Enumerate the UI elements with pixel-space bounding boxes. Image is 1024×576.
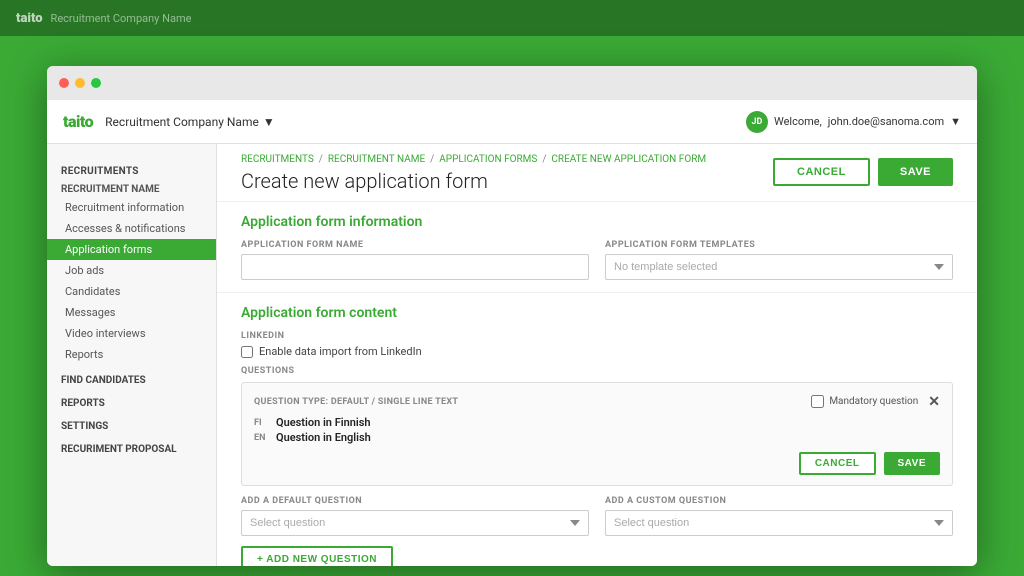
sidebar-item-messages[interactable]: Messages	[47, 302, 216, 323]
app-header: taito Recruitment Company Name ▼ JD Welc…	[47, 100, 977, 144]
sidebar-item-settings[interactable]: SETTINGS	[47, 415, 216, 438]
sidebar-item-candidates[interactable]: Candidates	[47, 281, 216, 302]
breadcrumb: RECRUITMENTS / RECRUITMENT NAME / APPLIC…	[241, 154, 706, 165]
breadcrumb-recruitments[interactable]: RECRUITMENTS	[241, 154, 314, 165]
avatar: JD	[746, 111, 768, 133]
question-cancel-button[interactable]: CANCEL	[799, 452, 876, 475]
form-template-select[interactable]: No template selected	[605, 254, 953, 280]
sidebar-item-recruitment-info[interactable]: Recruitment information	[47, 197, 216, 218]
browser-chrome	[47, 66, 977, 100]
form-name-input[interactable]	[241, 254, 589, 280]
form-info-title: Application form information	[241, 214, 953, 230]
question-card-header: QUESTION TYPE: DEFAULT / SINGLE LINE TEX…	[254, 393, 940, 410]
user-chevron-icon[interactable]: ▼	[950, 115, 961, 128]
linkedin-label: LINKEDIN	[241, 331, 953, 341]
app-logo: taito	[63, 112, 93, 131]
top-bar-logo: taito	[16, 11, 43, 26]
page-title: Create new application form	[241, 169, 706, 193]
page-actions: CANCEL SAVE	[773, 158, 953, 186]
sidebar-item-reports[interactable]: Reports	[47, 344, 216, 365]
form-content-section: Application form content LINKEDIN Enable…	[217, 293, 977, 566]
add-default-select[interactable]: Select question	[241, 510, 589, 536]
sidebar-item-reports-top[interactable]: REPORTS	[47, 392, 216, 415]
mandatory-check: Mandatory question	[811, 395, 918, 408]
form-content-title: Application form content	[241, 305, 953, 321]
add-custom-label: ADD A CUSTOM QUESTION	[605, 496, 953, 506]
add-new-question-button[interactable]: + ADD NEW QUESTION	[241, 546, 393, 566]
page-header: RECRUITMENTS / RECRUITMENT NAME / APPLIC…	[217, 144, 977, 202]
add-default-question-group: ADD A DEFAULT QUESTION Select question	[241, 496, 589, 536]
user-welcome: Welcome,	[774, 115, 822, 128]
form-name-group: APPLICATION FORM NAME	[241, 240, 589, 280]
top-bar-text: Recruitment Company Name	[51, 12, 192, 25]
sidebar-item-job-ads[interactable]: Job ads	[47, 260, 216, 281]
company-name-dropdown[interactable]: Recruitment Company Name ▼	[105, 115, 275, 129]
add-custom-select[interactable]: Select question	[605, 510, 953, 536]
breadcrumb-create-new: CREATE NEW APPLICATION FORM	[551, 154, 706, 165]
question-fi-row: FI Question in Finnish	[254, 416, 940, 429]
close-dot[interactable]	[59, 78, 69, 88]
main-content: RECRUITMENTS / RECRUITMENT NAME / APPLIC…	[217, 144, 977, 566]
question-langs: FI Question in Finnish EN Question in En…	[254, 416, 940, 444]
sidebar-section-recruitments: RECRUITMENTS	[47, 160, 216, 180]
chevron-down-icon: ▼	[263, 115, 275, 129]
question-en-text: Question in English	[276, 431, 371, 444]
maximize-dot[interactable]	[91, 78, 101, 88]
add-custom-question-group: ADD A CUSTOM QUESTION Select question	[605, 496, 953, 536]
sidebar-item-recruitment-proposal[interactable]: RECURIMENT PROPOSAL	[47, 438, 216, 461]
linkedin-checkbox-row: Enable data import from LinkedIn	[241, 345, 953, 358]
sidebar-item-accesses[interactable]: Accesses & notifications	[47, 218, 216, 239]
question-card: QUESTION TYPE: DEFAULT / SINGLE LINE TEX…	[241, 382, 953, 486]
question-card-actions: Mandatory question ✕	[811, 393, 940, 410]
linkedin-section: LINKEDIN Enable data import from LinkedI…	[241, 331, 953, 358]
add-default-label: ADD A DEFAULT QUESTION	[241, 496, 589, 506]
lang-en-badge: EN	[254, 433, 268, 443]
user-email: john.doe@sanoma.com	[828, 115, 944, 128]
add-question-row: ADD A DEFAULT QUESTION Select question A…	[241, 496, 953, 536]
sidebar-item-application-forms[interactable]: Application forms	[47, 239, 216, 260]
question-card-footer: CANCEL SAVE	[254, 452, 940, 475]
questions-label: QUESTIONS	[241, 366, 953, 376]
cancel-button[interactable]: CANCEL	[773, 158, 870, 186]
breadcrumb-application-forms[interactable]: APPLICATION FORMS	[439, 154, 537, 165]
mandatory-checkbox[interactable]	[811, 395, 824, 408]
question-save-button[interactable]: SAVE	[884, 452, 941, 475]
user-info: JD Welcome, john.doe@sanoma.com ▼	[746, 111, 961, 133]
question-en-row: EN Question in English	[254, 431, 940, 444]
sidebar-sub-recruitment-name: RECRUITMENT NAME	[47, 180, 216, 197]
linkedin-checkbox[interactable]	[241, 346, 253, 358]
form-name-label: APPLICATION FORM NAME	[241, 240, 589, 250]
linkedin-checkbox-label: Enable data import from LinkedIn	[259, 345, 422, 358]
form-template-group: APPLICATION FORM TEMPLATES No template s…	[605, 240, 953, 280]
question-fi-text: Question in Finnish	[276, 416, 371, 429]
question-type-label: QUESTION TYPE: DEFAULT / SINGLE LINE TEX…	[254, 397, 458, 407]
mandatory-label: Mandatory question	[829, 396, 918, 407]
sidebar-item-find-candidates[interactable]: FIND CANDIDATES	[47, 369, 216, 392]
sidebar-item-video-interviews[interactable]: Video interviews	[47, 323, 216, 344]
lang-fi-badge: FI	[254, 418, 268, 428]
save-button[interactable]: SAVE	[878, 158, 953, 186]
minimize-dot[interactable]	[75, 78, 85, 88]
form-template-label: APPLICATION FORM TEMPLATES	[605, 240, 953, 250]
question-close-button[interactable]: ✕	[928, 393, 940, 410]
form-info-section: Application form information APPLICATION…	[217, 202, 977, 293]
sidebar: RECRUITMENTS RECRUITMENT NAME Recruitmen…	[47, 144, 217, 566]
breadcrumb-recruitment-name[interactable]: RECRUITMENT NAME	[328, 154, 425, 165]
